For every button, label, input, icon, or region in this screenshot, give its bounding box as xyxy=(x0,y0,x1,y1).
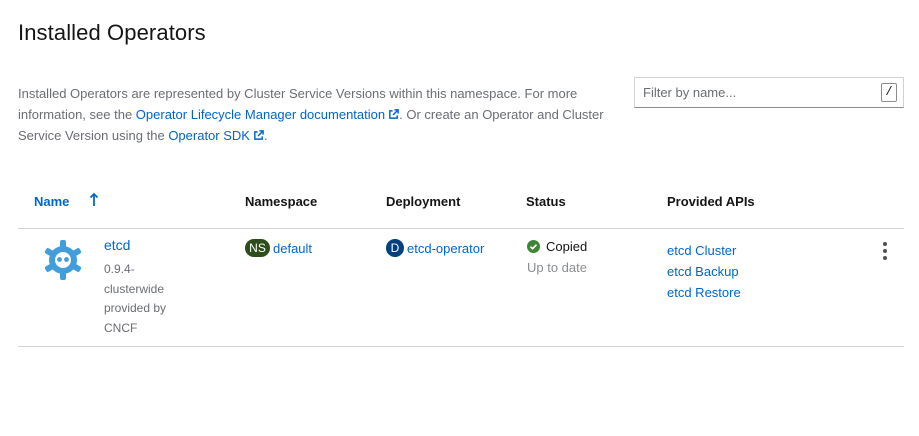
operator-sdk-link[interactable]: Operator SDK xyxy=(168,128,264,143)
description-text-3: . xyxy=(263,128,268,143)
operator-name-link[interactable]: etcd xyxy=(104,237,130,253)
operator-metadata: 0.9.4- clusterwide provided by CNCF xyxy=(104,260,194,338)
page-description: Installed Operators are represented by C… xyxy=(18,83,618,146)
status-main: Copied xyxy=(527,239,587,254)
column-header-status[interactable]: Status xyxy=(526,194,566,209)
table-row: etcd 0.9.4- clusterwide provided by CNCF… xyxy=(18,230,904,347)
table-header: Name Namespace Deployment Status Provide… xyxy=(18,185,904,229)
namespace-cell: NS default xyxy=(245,239,312,257)
status-subtext: Up to date xyxy=(527,260,587,275)
operator-sdk-link-label: Operator SDK xyxy=(168,128,250,143)
arrow-up-icon[interactable] xyxy=(88,192,100,208)
kebab-menu-icon[interactable] xyxy=(878,242,892,260)
namespace-badge: NS xyxy=(245,239,270,257)
api-link-etcd-cluster[interactable]: etcd Cluster xyxy=(667,240,741,261)
deployment-link[interactable]: etcd-operator xyxy=(407,241,484,256)
provided-apis-cell: etcd Cluster etcd Backup etcd Restore xyxy=(667,240,741,303)
etcd-logo-icon xyxy=(44,240,82,280)
api-link-etcd-backup[interactable]: etcd Backup xyxy=(667,261,741,282)
external-link-icon xyxy=(254,130,264,140)
external-link-icon xyxy=(389,109,399,119)
column-header-namespace[interactable]: Namespace xyxy=(245,194,317,209)
filter-box: / xyxy=(634,77,904,108)
api-link-etcd-restore[interactable]: etcd Restore xyxy=(667,282,741,303)
check-circle-icon xyxy=(527,240,540,253)
status-text: Copied xyxy=(546,239,588,254)
deployment-cell: Detcd-operator xyxy=(386,239,484,257)
column-header-name[interactable]: Name xyxy=(34,194,69,209)
olm-documentation-link-label: Operator Lifecycle Manager documentation xyxy=(135,107,386,122)
operator-version-line-2: clusterwide xyxy=(104,281,165,296)
olm-documentation-link[interactable]: Operator Lifecycle Manager documentation xyxy=(136,107,399,122)
namespace-link[interactable]: default xyxy=(273,241,312,256)
operator-provider-line-1: provided by xyxy=(104,301,167,315)
kebab-dot xyxy=(883,256,887,260)
deployment-badge: D xyxy=(386,239,404,257)
filter-by-name-input[interactable] xyxy=(635,78,875,107)
page-title: Installed Operators xyxy=(18,20,206,45)
kebab-dot xyxy=(883,249,887,253)
keyboard-shortcut-hint: / xyxy=(881,83,897,102)
column-header-provided-apis: Provided APIs xyxy=(667,194,755,209)
operator-provider-line-2: CNCF xyxy=(104,320,138,335)
operator-version-line-1: 0.9.4- xyxy=(104,262,135,276)
column-header-deployment[interactable]: Deployment xyxy=(386,194,460,209)
status-cell: Copied Up to date xyxy=(527,239,587,275)
kebab-dot xyxy=(883,242,887,246)
